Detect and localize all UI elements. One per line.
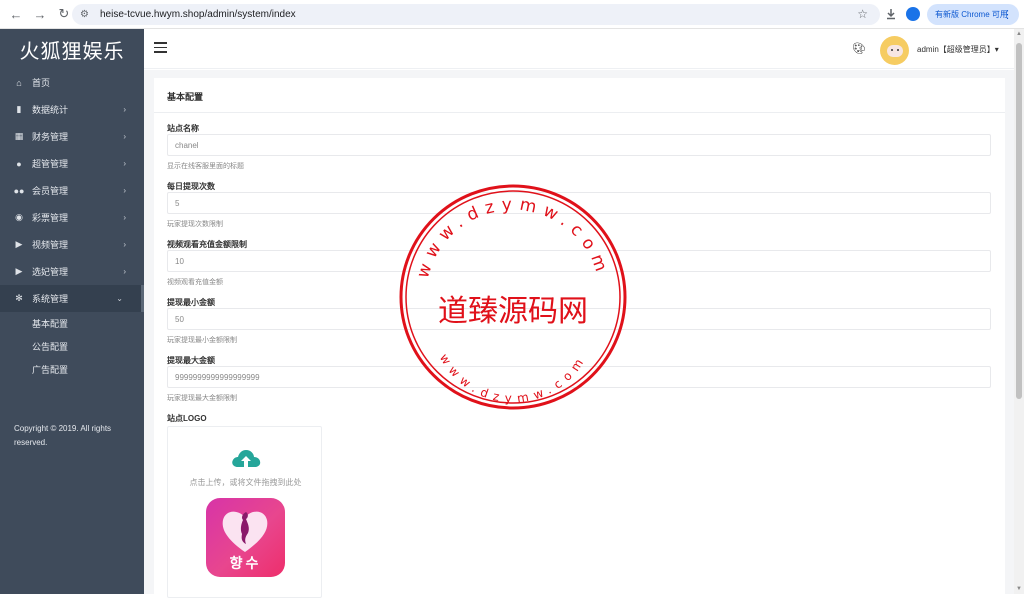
avatar[interactable]: [880, 36, 909, 65]
sidebar-item-label: 选妃管理: [32, 267, 69, 277]
chevron-icon: ›: [123, 267, 126, 276]
gamepad-icon: ◉: [15, 212, 23, 222]
submenu-item[interactable]: 广告配置: [0, 358, 144, 381]
chevron-icon: ›: [123, 186, 126, 195]
logo-upload-area[interactable]: 点击上传，或将文件拖拽到此处 향수: [167, 426, 322, 598]
sidebar-item-label: 视频管理: [32, 240, 69, 250]
field-input[interactable]: 9999999999999999999: [167, 366, 991, 388]
sidebar-item[interactable]: ●● 会员管理 ›: [0, 177, 144, 204]
home-icon: ⌂: [16, 77, 22, 88]
submenu-item[interactable]: 公告配置: [0, 335, 144, 358]
site-logo-image: 향수: [206, 498, 285, 577]
sidebar-item[interactable]: ◉ 彩票管理 ›: [0, 204, 144, 231]
scroll-thumb[interactable]: [1016, 43, 1022, 399]
hamburger-menu-icon[interactable]: [154, 42, 167, 53]
site-info-icon[interactable]: ⚙: [80, 9, 94, 20]
field-input[interactable]: 10: [167, 250, 991, 272]
scroll-up-icon[interactable]: ▲: [1016, 31, 1022, 37]
user-menu[interactable]: admin【超级管理员】▾: [917, 44, 999, 55]
brand-title[interactable]: 火狐狸娱乐: [0, 29, 144, 69]
forward-icon[interactable]: →: [30, 4, 50, 24]
sidebar-item-label: 数据统计: [32, 105, 69, 115]
field-label: 站点名称: [167, 124, 199, 133]
sidebar-item-label: 系统管理: [32, 294, 69, 304]
field-help-text: 视频观看充值金额: [167, 279, 223, 286]
sidebar-item[interactable]: ▦ 财务管理 ›: [0, 123, 144, 150]
sidebar-menu: ⌂ 首页 ▮ 数据统计 › ▦ 财务管理 › ● 超管管理 › ●● 会员管理 › ◉ 彩票管理 › ▶ 视频管理 ›…: [0, 69, 144, 312]
sidebar-item[interactable]: ✻ 系统管理 ⌄: [0, 285, 144, 312]
sidebar-item-label: 财务管理: [32, 132, 69, 142]
field-label: 提现最大金额: [167, 356, 215, 365]
sidebar-item[interactable]: ▶ 视频管理 ›: [0, 231, 144, 258]
users-icon: ●●: [13, 185, 25, 196]
cloud-upload-icon: [232, 450, 261, 467]
sidebar-submenu: 基本配置 公告配置 广告配置: [0, 312, 144, 381]
field-input[interactable]: 50: [167, 308, 991, 330]
reload-icon[interactable]: ↻: [54, 4, 74, 24]
chrome-update-button[interactable]: 有新版 Chrome 可用 ⋮: [927, 4, 1019, 25]
chevron-icon: ›: [123, 132, 126, 141]
field-label: 每日提现次数: [167, 182, 215, 191]
logo-text: 향수: [229, 555, 262, 571]
field-input[interactable]: 5: [167, 192, 991, 214]
card-title: 基本配置: [167, 92, 204, 102]
submenu-item[interactable]: 基本配置: [0, 312, 144, 335]
more-menu-icon[interactable]: ⋮: [1002, 8, 1013, 21]
field-help-text: 显示在线客服里面的标题: [167, 163, 244, 170]
back-icon[interactable]: ←: [6, 4, 26, 24]
sidebar-item[interactable]: ● 超管管理 ›: [0, 150, 144, 177]
address-bar[interactable]: ⚙ heise-tcvue.hwym.shop/admin/system/ind…: [72, 4, 880, 25]
field-help-text: 玩家提现最小金额限制: [167, 337, 237, 344]
profile-icon[interactable]: [906, 7, 920, 21]
field-label: 提现最小金额: [167, 298, 215, 307]
download-icon[interactable]: [884, 7, 898, 21]
main-content: 基本配置 站点名称 chanel 显示在线客服里面的标题 每日提现次数 5 玩家提现次数限…: [144, 70, 1014, 598]
chrome-update-label: 有新版 Chrome 可用: [935, 10, 1008, 19]
top-bar: 🎨︎ admin【超级管理员】▾: [144, 29, 1014, 69]
page-scrollbar[interactable]: ▲ ▼: [1014, 29, 1024, 594]
sidebar: 火狐狸娱乐 ⌂ 首页 ▮ 数据统计 › ▦ 财务管理 › ● 超管管理 › ●● 会员管理 › ◉ 彩票管理 ›…: [0, 29, 144, 594]
field-label: 视频观看充值金额限制: [167, 240, 247, 249]
sidebar-item-label: 首页: [32, 78, 51, 88]
gear-icon: ✻: [15, 293, 23, 303]
url-text[interactable]: heise-tcvue.hwym.shop/admin/system/index: [100, 9, 296, 20]
chevron-icon: ›: [123, 213, 126, 222]
field-help-text: 玩家提现次数限制: [167, 221, 223, 228]
logo-label: 站点LOGO: [167, 414, 207, 423]
bar-chart-icon: ▮: [16, 104, 22, 114]
chevron-icon: ⌄: [116, 294, 123, 303]
upload-hint: 点击上传，或将文件拖拽到此处: [189, 478, 302, 487]
browser-toolbar: ← → ↻ ⚙ heise-tcvue.hwym.shop/admin/syst…: [0, 0, 1024, 29]
logo-heart-graphic: [222, 511, 268, 552]
field-input[interactable]: chanel: [167, 134, 991, 156]
card-divider: [154, 112, 1005, 113]
video-icon: ▶: [15, 239, 23, 249]
copyright-text: Copyright © 2019. All rights reserved.: [14, 424, 112, 447]
video-icon-2: ▶: [15, 266, 23, 276]
scroll-down-icon[interactable]: ▼: [1016, 586, 1022, 592]
sidebar-item[interactable]: ▶ 选妃管理 ›: [0, 258, 144, 285]
bank-icon: ▦: [14, 131, 24, 141]
palette-icon[interactable]: 🎨︎: [852, 42, 866, 55]
user-icon: ●: [16, 158, 22, 169]
chevron-icon: ›: [123, 105, 126, 114]
chevron-icon: ›: [123, 240, 126, 249]
sidebar-item[interactable]: ⌂ 首页: [0, 69, 144, 96]
sidebar-item-label: 会员管理: [32, 186, 69, 196]
chevron-icon: ›: [123, 159, 126, 168]
config-card: 基本配置 站点名称 chanel 显示在线客服里面的标题 每日提现次数 5 玩家提现次数限…: [154, 78, 1005, 598]
bookmark-star-icon[interactable]: ☆: [857, 7, 868, 21]
sidebar-item[interactable]: ▮ 数据统计 ›: [0, 96, 144, 123]
sidebar-item-label: 超管管理: [32, 159, 69, 169]
sidebar-item-label: 彩票管理: [32, 213, 69, 223]
field-help-text: 玩家提现最大金额限制: [167, 395, 237, 402]
